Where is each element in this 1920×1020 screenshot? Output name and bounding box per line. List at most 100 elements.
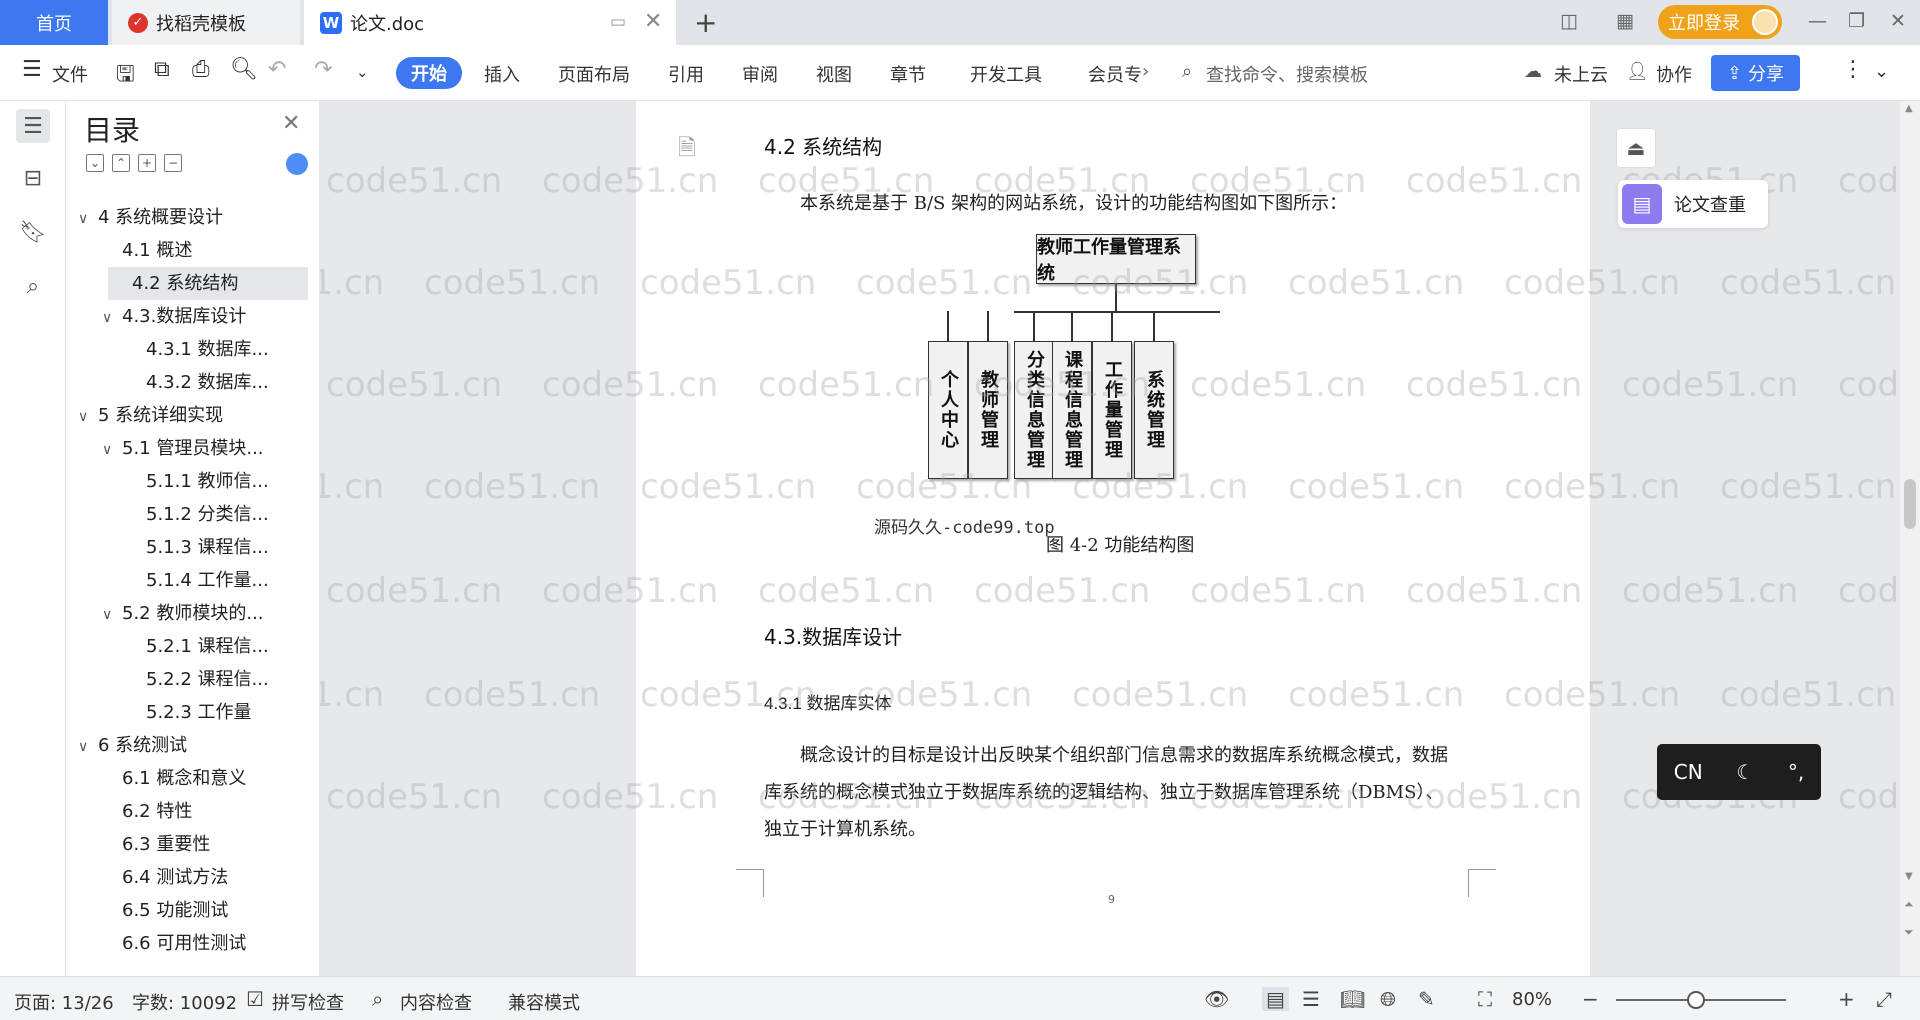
toc-item[interactable]: ∨ 4.3.数据库设计 bbox=[78, 300, 308, 333]
fullscreen-icon[interactable]: ⤢ bbox=[1876, 987, 1892, 1011]
toc-item[interactable]: 5.1.3 课程信... bbox=[78, 531, 308, 564]
print-icon[interactable]: ⎙ bbox=[192, 57, 210, 82]
chevron-down-icon[interactable]: ∨ bbox=[102, 302, 122, 335]
toc-item[interactable]: 6.5 功能测试 bbox=[78, 894, 308, 927]
tab-templates[interactable]: ✓ 找稻壳模板 bbox=[112, 0, 300, 45]
more-vertical-icon[interactable]: ⋮ bbox=[1842, 57, 1864, 82]
tab-page-layout[interactable]: 页面布局 bbox=[558, 61, 630, 87]
restore-icon[interactable]: ❐ bbox=[1848, 10, 1865, 32]
collab-button[interactable]: 协作 bbox=[1656, 61, 1692, 87]
remove-heading-icon[interactable]: − bbox=[164, 154, 182, 172]
toc-item[interactable]: ∨ 6 系统测试 bbox=[78, 729, 308, 762]
toc-item[interactable]: 5.2.3 工作量 bbox=[78, 696, 308, 729]
tab-member[interactable]: 会员专 bbox=[1088, 61, 1142, 87]
toc-item[interactable]: 5.1.4 工作量... bbox=[78, 564, 308, 597]
export-icon[interactable]: ⧉ bbox=[154, 57, 170, 82]
tab-document[interactable]: W 论文.doc ▭ ✕ bbox=[304, 0, 676, 45]
zoom-slider-knob[interactable] bbox=[1687, 991, 1705, 1009]
chevron-down-icon[interactable]: ∨ bbox=[102, 434, 122, 467]
page-indicator[interactable]: 页面: 13/26 bbox=[14, 989, 114, 1015]
punctuation-icon[interactable]: °, bbox=[1788, 760, 1804, 784]
tab-developer[interactable]: 开发工具 bbox=[970, 61, 1042, 87]
scroll-up-icon[interactable]: ▲ bbox=[1905, 103, 1913, 114]
toc-item[interactable]: ∨ 5.1 管理员模块... bbox=[78, 432, 308, 465]
login-button[interactable]: 立即登录 bbox=[1658, 5, 1782, 39]
tab-chapter[interactable]: 章节 bbox=[890, 61, 926, 87]
vertical-scrollbar[interactable]: ▲ ▼ ⏶ ⏷ bbox=[1900, 101, 1920, 976]
toc-item[interactable]: ∨ 5 系统详细实现 bbox=[78, 399, 308, 432]
page-view-icon[interactable]: ▤ bbox=[1262, 987, 1289, 1011]
toc-item[interactable]: 5.1.1 教师信... bbox=[78, 465, 308, 498]
menu-hamburger-icon[interactable]: ☰ bbox=[22, 57, 42, 82]
toc-item[interactable]: 6.2 特性 bbox=[78, 795, 308, 828]
new-tab-button[interactable]: + bbox=[694, 6, 717, 39]
layout-icon[interactable]: ◫ bbox=[1560, 10, 1578, 32]
eye-protect-icon[interactable]: 👁︎ bbox=[1204, 987, 1229, 1011]
close-tab-icon[interactable]: ✕ bbox=[644, 9, 662, 34]
toc-item[interactable]: 6.6 可用性测试 bbox=[78, 927, 308, 960]
chevron-down-icon[interactable]: ∨ bbox=[78, 401, 98, 434]
zoom-out-icon[interactable]: − bbox=[1582, 987, 1599, 1011]
toc-item[interactable]: ∨ 4 系统概要设计 bbox=[78, 201, 308, 234]
document-page[interactable]: 🗎︎ 4.2 系统结构 本系统是基于 B/S 架构的网站系统，设计的功能结构图如… bbox=[636, 101, 1590, 976]
monitor-icon[interactable]: ▭ bbox=[610, 12, 626, 32]
cloud-status[interactable]: 未上云 bbox=[1554, 61, 1608, 87]
more-dropdown-icon[interactable]: ⌄ bbox=[356, 63, 369, 81]
bookmark-icon[interactable]: 🔖︎ bbox=[16, 215, 50, 249]
paper-check-button[interactable]: ▤ 论文查重 bbox=[1618, 180, 1768, 228]
close-icon[interactable]: ✕ bbox=[282, 111, 300, 136]
read-mode-icon[interactable]: 📖︎ bbox=[1340, 987, 1365, 1011]
add-heading-icon[interactable]: + bbox=[138, 154, 156, 172]
collapse-ribbon-icon[interactable]: ⌄ bbox=[1874, 61, 1889, 82]
zoom-level[interactable]: 80% bbox=[1512, 989, 1552, 1010]
scroll-down-icon[interactable]: ▼ bbox=[1905, 871, 1913, 882]
outline-view-icon[interactable]: ☰ bbox=[1302, 987, 1320, 1011]
minimize-icon[interactable]: — bbox=[1808, 10, 1827, 32]
document-canvas[interactable]: 🗎︎ 4.2 系统结构 本系统是基于 B/S 架构的网站系统，设计的功能结构图如… bbox=[320, 101, 1920, 976]
command-search-input[interactable]: 查找命令、搜索模板 bbox=[1206, 61, 1368, 87]
collapse-all-icon[interactable]: ⌄ bbox=[86, 154, 104, 172]
scrollbar-thumb[interactable] bbox=[1904, 479, 1916, 529]
content-check-button[interactable]: 内容检查 bbox=[400, 989, 472, 1015]
web-view-icon[interactable]: 🌐︎ bbox=[1380, 987, 1396, 1011]
toc-item[interactable]: 6.4 测试方法 bbox=[78, 861, 308, 894]
next-page-icon[interactable]: ⏷ bbox=[1904, 925, 1914, 940]
chevron-down-icon[interactable]: ∨ bbox=[78, 203, 98, 236]
tab-insert[interactable]: 插入 bbox=[484, 61, 520, 87]
chevron-down-icon[interactable]: ∨ bbox=[102, 599, 122, 632]
toc-item[interactable]: 5.2.2 课程信... bbox=[78, 663, 308, 696]
find-icon[interactable]: ⌕ bbox=[16, 269, 50, 303]
redo-icon[interactable]: ↷ bbox=[314, 57, 332, 82]
toc-item[interactable]: 5.2.1 课程信... bbox=[78, 630, 308, 663]
expand-all-icon[interactable]: ⌃ bbox=[112, 154, 130, 172]
ai-assistant-icon[interactable] bbox=[286, 153, 308, 175]
ime-lang[interactable]: CN bbox=[1674, 760, 1703, 784]
toc-panel-icon[interactable]: ☰ bbox=[16, 109, 50, 143]
save-icon[interactable]: 🖫 bbox=[116, 57, 135, 95]
chevron-down-icon[interactable]: ∨ bbox=[78, 731, 98, 764]
tab-review[interactable]: 审阅 bbox=[742, 61, 778, 87]
toc-item[interactable]: 5.1.2 分类信... bbox=[78, 498, 308, 531]
tab-references[interactable]: 引用 bbox=[668, 61, 704, 87]
page-doc-icon[interactable]: 🗎︎ bbox=[678, 131, 696, 169]
toc-item[interactable]: 4.1 概述 bbox=[78, 234, 308, 267]
close-window-icon[interactable]: ✕ bbox=[1890, 10, 1906, 32]
spell-check-button[interactable]: 拼写检查 bbox=[272, 989, 344, 1015]
word-count[interactable]: 字数: 10092 bbox=[132, 989, 237, 1015]
toc-item[interactable]: 4.2 系统结构 bbox=[108, 267, 308, 300]
file-menu[interactable]: 文件 bbox=[52, 61, 88, 87]
toc-item[interactable]: ∨ 5.2 教师模块的... bbox=[78, 597, 308, 630]
fit-page-icon[interactable]: ⛶ bbox=[1478, 987, 1492, 1011]
collapse-panel-icon[interactable]: ⏏ bbox=[1616, 128, 1656, 168]
toc-item[interactable]: 4.3.2 数据库... bbox=[78, 366, 308, 399]
share-button[interactable]: ⇪ 分享 bbox=[1711, 55, 1800, 91]
prev-page-icon[interactable]: ⏶ bbox=[1904, 897, 1914, 912]
tab-home[interactable]: 首页 bbox=[0, 0, 108, 45]
toc-item[interactable]: 6.1 概念和意义 bbox=[78, 762, 308, 795]
chevron-right-icon[interactable]: › bbox=[1142, 61, 1149, 82]
undo-icon[interactable]: ↶ bbox=[268, 57, 286, 82]
pen-icon[interactable]: ✎ bbox=[1418, 987, 1435, 1011]
apps-grid-icon[interactable]: ▦ bbox=[1616, 10, 1634, 32]
outline-icon[interactable]: ⊟ bbox=[16, 161, 50, 195]
tab-view[interactable]: 视图 bbox=[816, 61, 852, 87]
